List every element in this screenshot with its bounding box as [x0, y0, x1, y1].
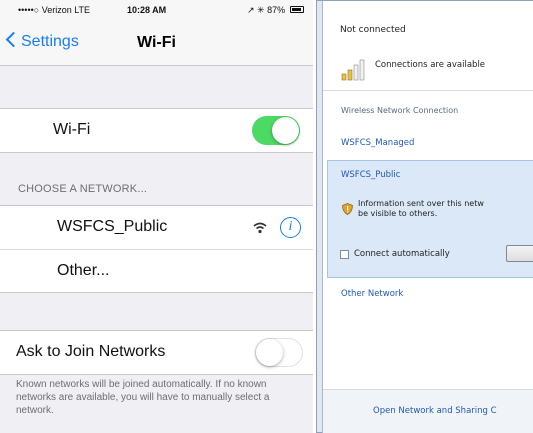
warning-line-1: Information sent over this netw: [358, 199, 484, 208]
network-list: WSFCS_Public i Other...: [0, 205, 313, 293]
security-warning-icon: [342, 203, 353, 215]
warning-line-2: be visible to others.: [358, 209, 438, 218]
toggle-knob: [256, 339, 283, 366]
windows-network-flyout: Not connected Connections are available …: [316, 0, 533, 433]
network-wsfcs-managed[interactable]: WSFCS_Managed: [341, 138, 414, 148]
signal-bars-icon: [341, 59, 365, 81]
connect-automatically-label: Connect automatically: [354, 249, 450, 259]
wifi-toggle-group: Wi-Fi: [0, 108, 313, 153]
network-row-other[interactable]: Other...: [0, 249, 313, 292]
connect-automatically-checkbox[interactable]: [340, 250, 349, 259]
ask-join-row: Ask to Join Networks: [0, 331, 313, 374]
ask-join-description: Known networks will be joined automatica…: [16, 379, 270, 416]
network-name: WSFCS_Public: [57, 218, 168, 235]
wifi-row: Wi-Fi: [0, 109, 313, 152]
wireless-section-label: Wireless Network Connection: [341, 106, 459, 115]
security-warning-text: Information sent over this netw be visib…: [358, 199, 533, 219]
clock: 10:28 AM: [127, 5, 167, 15]
wifi-signal-icon: [253, 222, 267, 234]
network-name: WSFCS_Public: [341, 170, 401, 180]
navigation-bar: Settings Wi-Fi: [0, 20, 313, 66]
network-row-wsfcs-public[interactable]: WSFCS_Public i: [0, 206, 313, 249]
network-sharing-center-link[interactable]: Open Network and Sharing C: [373, 406, 497, 416]
connect-button[interactable]: [506, 245, 533, 262]
toggle-knob: [272, 117, 299, 144]
ask-join-toggle[interactable]: [255, 338, 303, 367]
battery-percent: ↗ ✳ 87%: [247, 5, 286, 15]
network-name: Other...: [57, 262, 110, 279]
network-other[interactable]: Other Network: [341, 289, 403, 299]
flyout-footer: Open Network and Sharing C: [323, 389, 533, 433]
wifi-toggle[interactable]: [252, 116, 300, 145]
selected-network-wsfcs-public[interactable]: WSFCS_Public Information sent over this …: [327, 160, 533, 278]
info-icon[interactable]: i: [280, 217, 301, 238]
status-bar: •••••○ Verizon LTE 10:28 AM ↗ ✳ 87%: [0, 0, 313, 20]
choose-network-header: CHOOSE A NETWORK...: [18, 183, 148, 195]
flyout-header: Not connected Connections are available: [323, 1, 533, 91]
ios-wifi-settings: •••••○ Verizon LTE 10:28 AM ↗ ✳ 87% Sett…: [0, 0, 313, 433]
back-label: Settings: [21, 33, 79, 50]
battery-icon: [290, 6, 304, 13]
flyout-content: Not connected Connections are available …: [322, 1, 533, 433]
back-button[interactable]: Settings: [5, 31, 79, 51]
ask-join-group: Ask to Join Networks: [0, 330, 313, 375]
chevron-left-icon: [5, 31, 22, 48]
page-title: Wi-Fi: [137, 34, 176, 51]
ask-join-label: Ask to Join Networks: [16, 343, 166, 360]
connection-status: Not connected: [340, 25, 406, 35]
carrier-label: •••••○ Verizon LTE: [18, 5, 91, 15]
connections-available-label: Connections are available: [375, 60, 486, 70]
wifi-label: Wi-Fi: [53, 121, 91, 138]
